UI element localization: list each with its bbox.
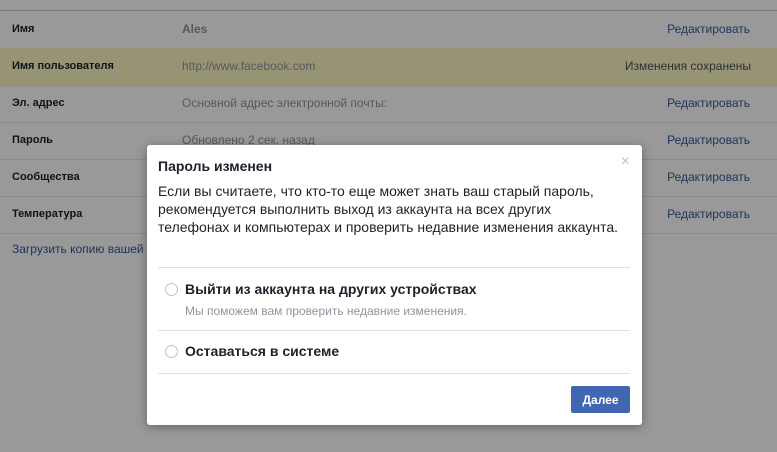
next-button[interactable]: Далее [571, 386, 630, 413]
option-label: Выйти из аккаунта на других устройствах [185, 281, 477, 297]
password-changed-dialog: Пароль изменен × Если вы считаете, что к… [147, 145, 642, 425]
radio-button[interactable] [165, 283, 178, 296]
option-description: Мы поможем вам проверить недавние измене… [185, 304, 467, 318]
dialog-message: Если вы считаете, что кто-то еще может з… [158, 183, 619, 235]
option-logout-other-devices[interactable]: Выйти из аккаунта на других устройствах … [158, 268, 630, 330]
divider [158, 373, 630, 374]
close-icon[interactable]: × [621, 154, 630, 170]
dialog-title: Пароль изменен [158, 158, 273, 174]
radio-button[interactable] [165, 345, 178, 358]
option-label: Оставаться в системе [185, 343, 340, 359]
option-stay-logged-in[interactable]: Оставаться в системе [158, 331, 630, 373]
